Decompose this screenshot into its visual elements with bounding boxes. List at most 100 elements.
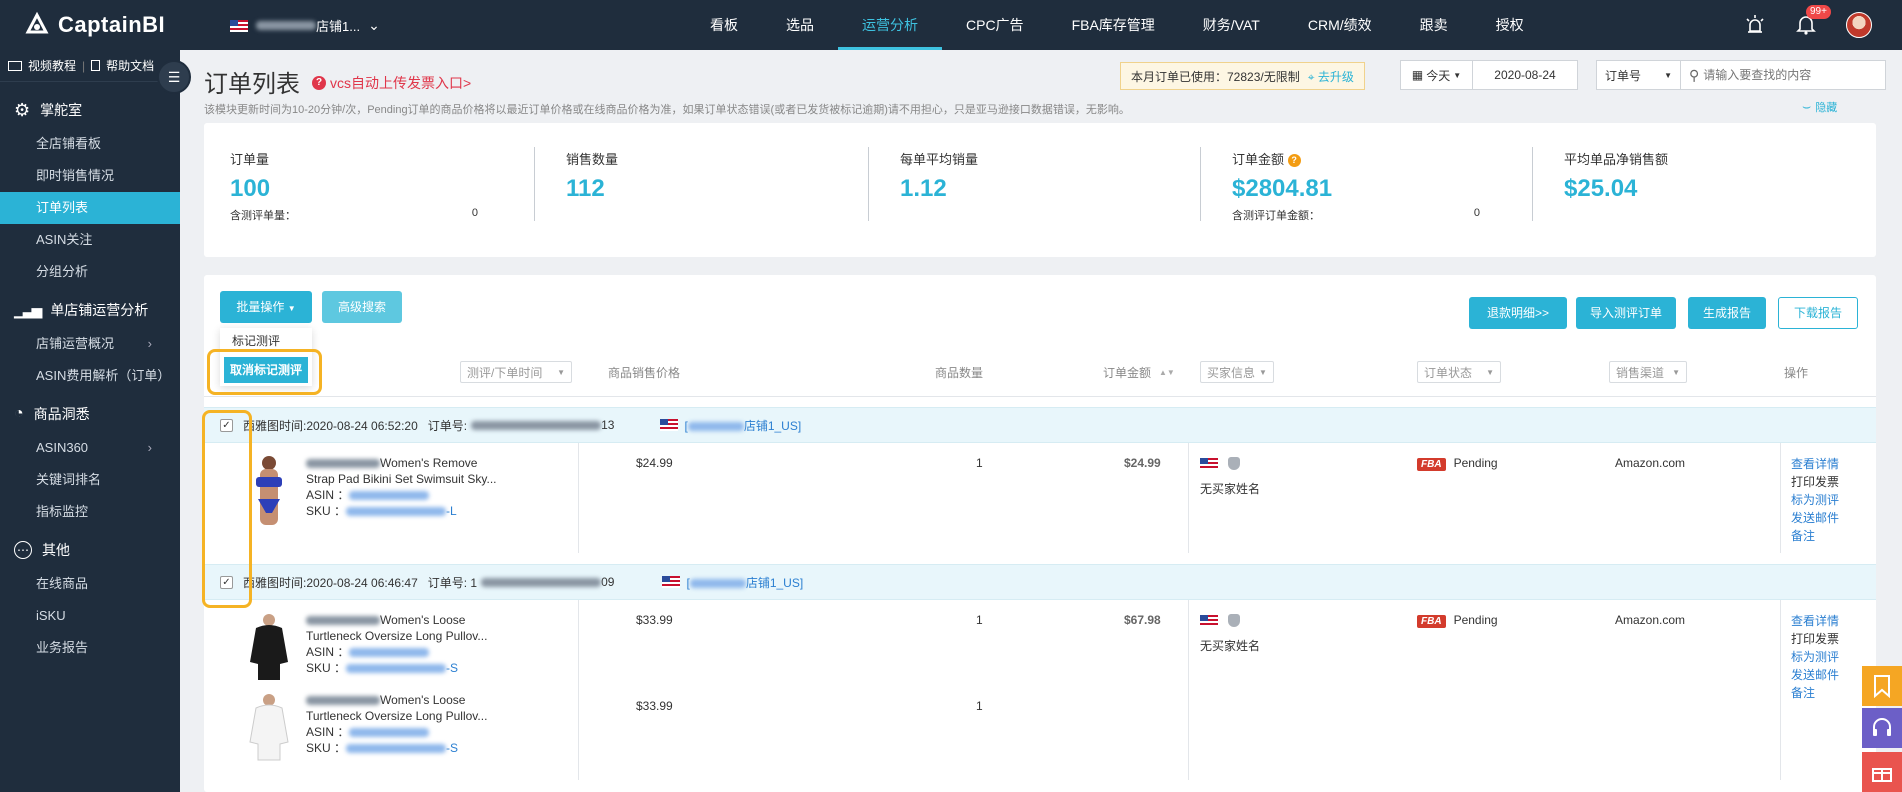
- dropdown-item-mark-review[interactable]: 标记测评: [220, 328, 312, 354]
- sidebar-item-asin-fee[interactable]: ASIN费用解析（订单）: [0, 360, 180, 392]
- note-link[interactable]: 备注: [1791, 527, 1839, 545]
- sidebar-item-instant-sales[interactable]: 即时销售情况: [0, 160, 180, 192]
- sidebar-item-business-report[interactable]: 业务报告: [0, 632, 180, 664]
- sidebar-item-store-overview[interactable]: 店铺运营概况 ›: [0, 328, 180, 360]
- sidebar-section-store-ops[interactable]: ▁▃▅ 单店铺运营分析: [0, 292, 180, 328]
- note-link[interactable]: 备注: [1791, 684, 1839, 702]
- update-note: 该模块更新时间为10-20分钟/次，Pending订单的商品价格将以最近订单价格…: [204, 104, 1130, 116]
- nav-item-cpc[interactable]: CPC广告: [942, 0, 1048, 50]
- print-invoice-link[interactable]: 打印发票: [1791, 473, 1839, 491]
- product-title-line2[interactable]: Strap Pad Bikini Set Swimsuit Sky...: [306, 471, 516, 487]
- video-tutorial-link[interactable]: 视频教程: [28, 57, 76, 74]
- order-row: Women's Loose Turtleneck Oversize Long P…: [204, 600, 1876, 780]
- order-number-tail: 13: [601, 418, 615, 432]
- view-details-link[interactable]: 查看详情: [1791, 455, 1839, 473]
- order-checkbox[interactable]: ✓: [220, 418, 233, 432]
- order-store-link[interactable]: [店铺1_US]: [684, 417, 801, 434]
- product-title-line2[interactable]: Turtleneck Oversize Long Pullov...: [306, 628, 516, 644]
- product-title[interactable]: Women's Loose: [306, 692, 516, 708]
- product-qty: 1: [976, 699, 983, 713]
- support-float-button[interactable]: [1862, 708, 1902, 748]
- review-time-filter[interactable]: 测评/下单时间 ▼: [460, 361, 572, 383]
- send-email-link[interactable]: 发送邮件: [1791, 666, 1839, 684]
- upgrade-link[interactable]: ⌖ 去升级: [1308, 68, 1354, 85]
- import-review-orders-button[interactable]: 导入测评订单: [1576, 297, 1676, 329]
- product-item: Women's Loose Turtleneck Oversize Long P…: [246, 692, 516, 764]
- vcs-upload-link[interactable]: ? vcs自动上传发票入口>: [312, 73, 471, 93]
- order-store-link[interactable]: [店铺1_US]: [686, 574, 803, 591]
- nav-item-crm[interactable]: CRM/绩效: [1284, 0, 1396, 50]
- sidebar-item-order-list[interactable]: 订单列表: [0, 192, 180, 224]
- status-filter[interactable]: 订单状态 ▼: [1417, 361, 1501, 383]
- nav-item-authorization[interactable]: 授权: [1472, 0, 1548, 50]
- gift-float-button[interactable]: [1862, 752, 1902, 792]
- sales-channel: Amazon.com: [1615, 456, 1686, 470]
- nav-item-dashboard[interactable]: 看板: [686, 0, 762, 50]
- sidebar-item-isku[interactable]: iSKU: [0, 600, 180, 632]
- search-input[interactable]: [1699, 62, 1885, 88]
- date-picker[interactable]: ▦ 今天 ▼ 2020-08-24: [1400, 60, 1578, 90]
- download-report-button[interactable]: 下载报告: [1778, 297, 1858, 329]
- logo[interactable]: CaptainBI: [22, 10, 165, 40]
- th-amount[interactable]: 订单金额 ▲▼: [1103, 354, 1175, 390]
- bell-icon[interactable]: 99+: [1796, 4, 1831, 38]
- nav-item-finance[interactable]: 财务/VAT: [1179, 0, 1284, 50]
- product-image-white-sweater[interactable]: [246, 692, 292, 764]
- nav-item-follow-sell[interactable]: 跟卖: [1396, 0, 1472, 50]
- us-flag-icon: [662, 576, 681, 588]
- mark-review-link[interactable]: 标为测评: [1791, 648, 1839, 666]
- sidebar-section-product-insight[interactable]: ◔ 商品洞悉: [0, 396, 180, 432]
- channel-filter[interactable]: 销售渠道 ▼: [1609, 361, 1687, 383]
- print-invoice-link[interactable]: 打印发票: [1791, 630, 1839, 648]
- nav-item-fba-inventory[interactable]: FBA库存管理: [1048, 0, 1179, 50]
- date-value[interactable]: 2020-08-24: [1473, 68, 1577, 82]
- buyer-name: 无买家姓名: [1200, 639, 1261, 654]
- order-time: 西雅图时间:2020-08-24 06:52:20: [243, 418, 418, 433]
- bookmark-float-button[interactable]: [1862, 666, 1902, 706]
- order-actions: 查看详情 打印发票 标为测评 发送邮件 备注: [1791, 455, 1839, 545]
- product-title-line2[interactable]: Turtleneck Oversize Long Pullov...: [306, 708, 516, 724]
- search-group: 订单号 ▼ ⚲: [1596, 60, 1886, 90]
- nav-item-product-selection[interactable]: 选品: [762, 0, 838, 50]
- sidebar-item-asin-watch[interactable]: ASIN关注: [0, 224, 180, 256]
- usage-banner: 本月订单已使用：72823/无限制 ⌖ 去升级: [1120, 62, 1365, 90]
- sidebar-section-other[interactable]: ⋯ 其他: [0, 532, 180, 568]
- nav-item-operations[interactable]: 运营分析: [838, 0, 942, 50]
- notification-badge: 99+: [1806, 4, 1831, 19]
- send-email-link[interactable]: 发送邮件: [1791, 509, 1839, 527]
- product-asin: ASIN ：: [306, 644, 516, 660]
- sidebar-item-asin360[interactable]: ASIN360 ›: [0, 432, 180, 464]
- advanced-search-button[interactable]: 高级搜索: [322, 291, 402, 323]
- refund-details-button[interactable]: 退款明细>>: [1469, 297, 1567, 329]
- view-details-link[interactable]: 查看详情: [1791, 612, 1839, 630]
- sidebar-item-group-analysis[interactable]: 分组分析: [0, 256, 180, 288]
- hide-stats-toggle[interactable]: ⌣ 隐藏: [1802, 98, 1837, 115]
- sidebar-item-all-stores[interactable]: 全店铺看板: [0, 128, 180, 160]
- sidebar-item-online-products[interactable]: 在线商品: [0, 568, 180, 600]
- product-sku: SKU ： -S: [306, 741, 459, 755]
- search-type-select[interactable]: 订单号 ▼: [1597, 61, 1681, 89]
- mark-review-link[interactable]: 标为测评: [1791, 491, 1839, 509]
- buyer-filter[interactable]: 买家信息 ▼: [1200, 361, 1274, 383]
- help-icon[interactable]: ?: [1287, 154, 1301, 168]
- product-image-bikini[interactable]: [246, 455, 292, 527]
- dropdown-item-unmark-review[interactable]: 取消标记测评: [224, 357, 308, 383]
- product-image-black-sweater[interactable]: [246, 612, 292, 684]
- collapse-sidebar-button[interactable]: ☰: [157, 60, 191, 94]
- order-checkbox[interactable]: ✓: [220, 575, 233, 589]
- date-range-select[interactable]: ▦ 今天 ▼: [1401, 61, 1473, 89]
- batch-actions-button[interactable]: 批量操作 ▼: [220, 291, 312, 323]
- avatar[interactable]: [1846, 12, 1872, 38]
- sidebar-item-metric-monitor[interactable]: 指标监控: [0, 496, 180, 528]
- store-selector[interactable]: 店铺1... ⌄: [230, 16, 380, 35]
- sidebar-item-keyword-rank[interactable]: 关键词排名: [0, 464, 180, 496]
- help-doc-link[interactable]: 帮助文档: [106, 57, 154, 74]
- vcs-link-text: vcs自动上传发票入口>: [330, 75, 472, 91]
- product-title[interactable]: Women's Loose: [306, 612, 516, 628]
- generate-report-button[interactable]: 生成报告: [1688, 297, 1766, 329]
- store-suffix: 店铺1...: [316, 19, 361, 34]
- alarm-light-icon[interactable]: [1744, 13, 1766, 38]
- sidebar-section-control[interactable]: ⚙ 掌舵室: [0, 92, 180, 128]
- product-title[interactable]: Women's Remove: [306, 455, 516, 471]
- product-sku: SKU ： -L: [306, 504, 457, 518]
